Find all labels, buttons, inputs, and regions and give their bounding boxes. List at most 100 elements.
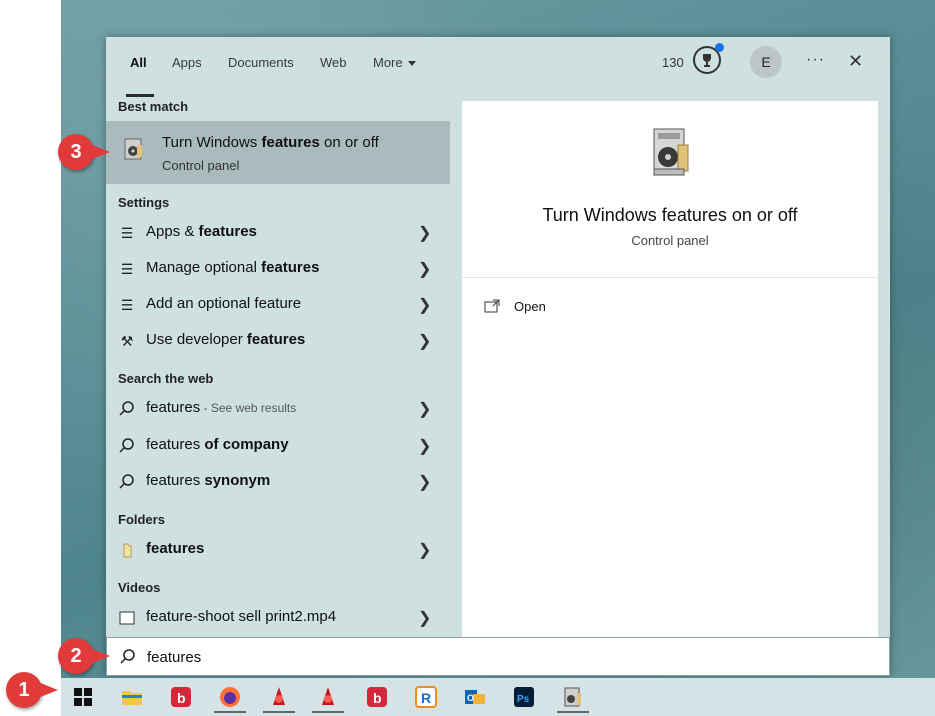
web-item-features-synonym[interactable]: features synonym ❯ [106,464,450,500]
running-indicator [214,711,246,713]
settings-item-manage-optional[interactable]: ☰ Manage optional features ❯ [106,251,450,287]
item-label-sub: - See web results [200,401,297,415]
chevron-right-icon: ❯ [418,261,432,278]
chevron-right-icon: ❯ [418,542,432,559]
photoshop-icon: Ps [514,687,534,707]
folder-item-features[interactable]: features ❯ [106,532,450,568]
search-value: features [147,649,202,666]
svg-text:b: b [177,690,186,706]
windows-start-icon [74,688,92,706]
best-match-title: Turn Windows features on or off [162,134,379,151]
item-label-pre: Use developer [146,331,247,348]
firefox-icon [220,687,240,707]
tab-all[interactable]: All [130,55,147,70]
preview-subtitle: Control panel [631,233,709,248]
item-label-pre: Apps & [146,223,199,240]
preview-pane: Turn Windows features on or off Control … [462,101,878,637]
developer-tools-icon: ⚒ [120,333,134,349]
item-label-pre: features [146,399,201,416]
search-icon [119,438,134,453]
settings-item-developer[interactable]: ⚒ Use developer features ❯ [106,323,450,359]
tab-web[interactable]: Web [320,55,347,70]
video-item[interactable]: feature-shoot sell print2.mp4 ❯ [106,600,450,636]
windows-features-icon [653,128,689,176]
svg-text:R: R [421,690,431,706]
settings-item-apps-features[interactable]: ☰ Apps & features ❯ [106,215,450,251]
item-label-bold: features [261,259,320,276]
taskbar-windows-features[interactable] [553,681,593,713]
best-match-item[interactable]: Turn Windows features on or off Control … [106,121,450,184]
taskbar-firefox[interactable] [210,681,250,713]
divider [462,277,878,278]
search-icon [120,649,135,664]
taskbar-app-b[interactable]: b [161,681,201,713]
section-settings: Settings [118,195,170,210]
item-label-bold: features [198,223,257,240]
outlook-icon: O [465,690,485,704]
app-red-icon [322,687,334,705]
section-folders: Folders [118,512,165,527]
taskbar-app-r[interactable]: R [406,681,446,713]
tab-apps[interactable]: Apps [172,55,202,70]
search-icon [119,474,134,489]
item-label-bold: features [246,331,306,348]
item-label-bold: of company [204,436,289,453]
taskbar-app-red[interactable] [259,681,299,713]
chevron-down-icon [407,61,416,67]
section-best-match: Best match [118,99,189,114]
taskbar-photoshop[interactable]: Ps [504,681,544,713]
more-options-icon[interactable]: ··· [806,51,825,69]
notification-dot [715,43,724,52]
web-item-features-of-company[interactable]: features of company ❯ [106,428,450,464]
running-indicator [263,711,295,713]
section-search-web: Search the web [118,371,214,386]
item-label: features of company [146,436,289,453]
search-input[interactable]: features [106,637,890,676]
item-label: features [146,540,204,557]
windows-features-icon [124,138,142,160]
taskbar-app-b-2[interactable]: b [357,681,397,713]
app-r-icon: R [415,686,437,708]
app-red-icon [273,687,285,705]
settings-list-icon: ☰ [120,297,134,313]
tab-documents[interactable]: Documents [228,55,294,70]
windows-start-button[interactable] [63,681,103,713]
svg-text:O: O [467,693,474,703]
item-label-bold: synonym [204,472,271,489]
svg-text:b: b [373,690,382,706]
avatar[interactable]: E [750,46,782,78]
settings-item-add-optional[interactable]: ☰ Add an optional feature ❯ [106,287,450,323]
callout-2: 2 [58,638,110,674]
chevron-right-icon: ❯ [418,225,432,242]
item-label: feature-shoot sell print2.mp4 [146,608,337,625]
active-tab-indicator [126,94,154,97]
item-label-pre: features [146,472,205,489]
item-label: Apps & features [146,223,257,240]
chevron-right-icon: ❯ [418,297,432,314]
chevron-right-icon: ❯ [418,610,432,627]
taskbar-app-red-2[interactable] [308,681,348,713]
app-b-icon: b [171,687,191,707]
file-explorer-icon [122,691,142,705]
item-label: Add an optional feature [146,295,301,312]
search-icon [119,401,134,416]
taskbar-outlook[interactable]: O [455,681,495,713]
best-match-title-bold: features [261,134,320,151]
close-icon[interactable]: ✕ [848,51,863,72]
item-label-pre: features [146,436,205,453]
taskbar-file-explorer[interactable] [112,681,152,713]
chevron-right-icon: ❯ [418,401,432,418]
search-tabs: All Apps Documents Web More 130 E ··· ✕ [106,37,890,99]
item-label-pre: Add an optional feature [146,295,302,312]
results-list: Best match Turn Windows features on or o… [106,99,450,637]
best-match-subtitle: Control panel [162,158,240,173]
best-match-title-pre: Turn Windows [162,134,262,151]
app-b-icon: b [367,687,387,707]
web-item-features[interactable]: features - See web results ❯ [106,391,450,427]
item-label: Use developer features [146,331,305,348]
rewards-trophy-icon[interactable] [693,43,724,74]
tab-more[interactable]: More [373,55,416,70]
item-label-pre: Manage optional [146,259,262,276]
section-videos: Videos [118,580,161,595]
item-label: features - See web results [146,399,296,416]
